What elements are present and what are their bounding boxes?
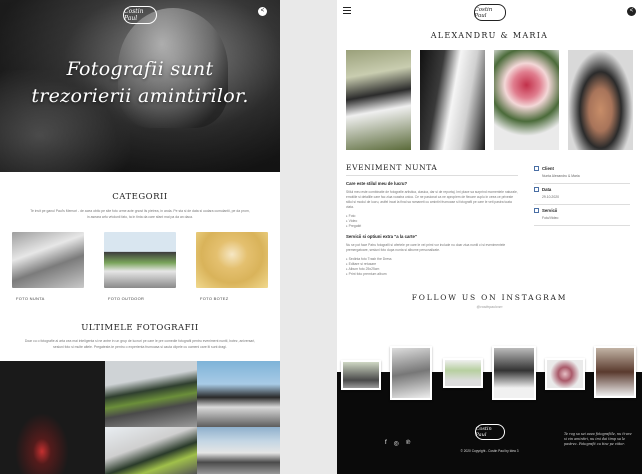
event-paragraph-1: Stilul meu este combinatie de fotografie… — [346, 190, 518, 209]
gallery-photo[interactable] — [105, 427, 197, 474]
event-photo[interactable] — [568, 50, 633, 150]
instagram-title: FOLLOW US ON INSTAGRAM — [411, 293, 568, 302]
footer-logo[interactable]: Costin Paul — [474, 424, 505, 440]
instagram-handle[interactable]: @costinpaulcom — [337, 305, 642, 309]
instagram-photo[interactable] — [341, 360, 381, 390]
site-logo[interactable]: Costin Paul — [123, 6, 157, 24]
instagram-photo[interactable] — [443, 358, 483, 388]
copyright: © 2020 Copyright - Costin Paul by Idea 3 — [460, 449, 519, 453]
event-description: EVENIMENT NUNTA Care este stilul meu de … — [346, 163, 518, 277]
event-paragraph-2: Nu se pot face Patru fotografii si ofert… — [346, 243, 506, 252]
homepage-panel: Costin Paul < Fotografii sunt trezorieri… — [0, 0, 280, 474]
category-card-outdoor[interactable]: FOTO OUTDOOR — [104, 232, 176, 301]
category-card-botez[interactable]: FOTO BOTEZ — [196, 232, 268, 301]
facebook-icon[interactable]: f — [385, 440, 387, 447]
share-icon[interactable]: < — [258, 7, 267, 16]
list-item: Print foto premium album — [346, 272, 518, 277]
instagram-photo[interactable] — [492, 346, 536, 400]
gallery-photo[interactable] — [197, 361, 280, 427]
list-item: Pregatiri — [346, 224, 518, 229]
category-photo[interactable] — [104, 232, 176, 288]
gallery-photo[interactable] — [0, 361, 105, 474]
latest-photos-section: ULTIMELE FOTOGRAFII Doar cu o fotografie… — [0, 301, 280, 350]
latest-title: ULTIMELE FOTOGRAFII — [81, 323, 199, 333]
category-caption[interactable]: FOTO NUNTA — [12, 296, 84, 301]
category-card-nunta[interactable]: FOTO NUNTA — [12, 232, 84, 301]
event-list-1: Foto Video Pregatiri — [346, 214, 518, 229]
categories-section: CATEGORII Te invit pe ganul Paul's Memor… — [0, 172, 280, 301]
gallery-photo[interactable] — [197, 427, 280, 474]
categories-text: Te invit pe ganul Paul's Memori - de ace… — [30, 209, 250, 219]
latest-text: Doar cu o fotografie ai arta cea mai int… — [24, 339, 256, 349]
gallery-photo[interactable] — [105, 361, 197, 427]
instagram-heading: FOLLOW US ON INSTAGRAM @costinpaulcom — [337, 293, 642, 309]
event-page-panel: Costin Paul < ALEXANDRU & MARIA EVENIMEN… — [337, 0, 642, 474]
event-meta: Client Nunta Alexandru & Maria Data 29.1… — [534, 163, 630, 277]
meta-services: Servicii Foto/Video — [534, 205, 630, 226]
category-cards: FOTO NUNTA FOTO OUTDOOR FOTO BOTEZ — [12, 232, 268, 301]
category-caption[interactable]: FOTO OUTDOOR — [104, 296, 176, 301]
category-caption[interactable]: FOTO BOTEZ — [196, 296, 268, 301]
event-question-2: Servicii si optiuni extra "a la carte" — [346, 234, 417, 239]
event-photo[interactable] — [346, 50, 411, 150]
event-details: EVENIMENT NUNTA Care este stilul meu de … — [337, 163, 642, 277]
instagram-photo[interactable] — [390, 346, 432, 400]
instagram-photo[interactable] — [545, 358, 585, 390]
pinterest-icon[interactable]: ℗ — [406, 440, 410, 447]
meta-client: Client Nunta Alexandru & Maria — [534, 163, 630, 184]
calendar-icon — [534, 187, 539, 192]
event-list-2: Sedinta foto Trash the Dress Editare si … — [346, 257, 518, 277]
footer-quote: Te rog sa sei avea fotografiile, nu ti-a… — [564, 432, 632, 446]
meta-date: Data 29.10.2020 — [534, 184, 630, 205]
event-title: EVENIMENT NUNTA — [346, 163, 518, 176]
instagram-photo[interactable] — [594, 346, 636, 398]
footer: f ◎ ℗ Costin Paul © 2020 Copyright - Cos… — [337, 412, 642, 474]
screen: Costin Paul < Fotografii sunt trezorieri… — [0, 0, 642, 474]
category-photo[interactable] — [196, 232, 268, 288]
camera-icon — [534, 208, 539, 213]
instagram-icon[interactable]: ◎ — [394, 440, 399, 447]
category-photo[interactable] — [12, 232, 84, 288]
hero-section: Costin Paul < Fotografii sunt trezorieri… — [0, 0, 280, 172]
event-question-1: Care este stilul meu de lucru? — [346, 181, 408, 186]
latest-photos-grid — [0, 361, 280, 474]
page-title: ALEXANDRU & MARIA — [430, 31, 549, 40]
site-logo[interactable]: Costin Paul — [473, 4, 506, 21]
event-photo-strip — [337, 50, 642, 150]
user-icon — [534, 166, 539, 171]
top-bar: Costin Paul < — [337, 0, 642, 22]
event-photo[interactable] — [494, 50, 559, 150]
categories-title: CATEGORII — [112, 192, 168, 202]
share-icon[interactable]: < — [627, 7, 636, 16]
menu-icon[interactable] — [343, 7, 351, 16]
social-links: f ◎ ℗ — [385, 440, 410, 447]
hero-title: Fotografii sunt trezorierii amintirilor. — [31, 58, 249, 107]
event-photo[interactable] — [420, 50, 485, 150]
